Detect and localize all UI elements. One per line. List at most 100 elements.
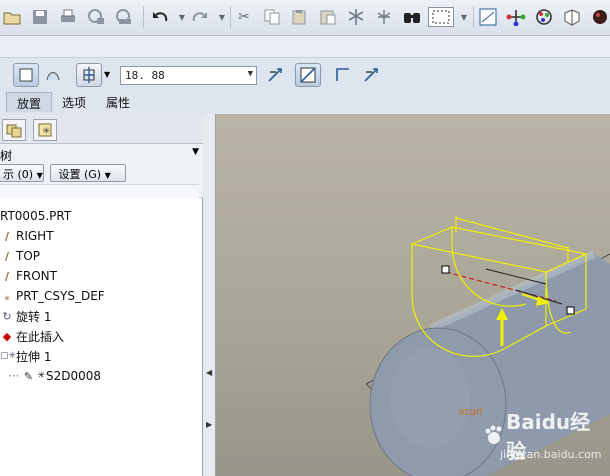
color-icon[interactable] (590, 7, 610, 27)
datum-plane-icon: ∕ (4, 249, 10, 263)
tab-options[interactable]: 选项 (52, 92, 96, 112)
tab-placement[interactable]: 放置 (6, 92, 53, 112)
depth-blind-icon (83, 67, 95, 83)
send-icon[interactable] (114, 7, 134, 27)
tree-item[interactable]: RT0005.PRT (0, 206, 203, 226)
watermark-url: jingyan.baidu.com (500, 448, 602, 461)
solid-icon (19, 68, 33, 82)
flip-direction-button[interactable] (262, 63, 288, 87)
tree-item[interactable]: ◆ 在此插入 (0, 326, 203, 346)
tree-item[interactable]: ··· ✎ ✳ S2D0008 (0, 366, 203, 386)
graphics-window[interactable]: RIGHT Baidu经验 jingyan.baidu.com (216, 114, 610, 476)
tree-item[interactable]: ⁎ PRT_CSYS_DEF (0, 286, 203, 306)
thicken-button[interactable] (330, 63, 356, 87)
extrude-icon: ▢✳ (0, 351, 17, 361)
tree-header: 树 ▼ 示 (0) ▼ 设置 (G) ▼ (0, 144, 203, 198)
paste-icon[interactable] (318, 7, 338, 27)
undo-icon[interactable] (150, 7, 170, 27)
tree-item-label: S2D0008 (46, 369, 102, 383)
datum-label: RIGHT (459, 408, 483, 417)
tree-item-label: RIGHT (16, 229, 54, 243)
redo-icon[interactable] (190, 7, 210, 27)
tree-item-label: TOP (16, 249, 41, 263)
remove-material-button[interactable] (295, 63, 321, 87)
surface-button[interactable] (40, 63, 66, 87)
thicken-icon (336, 68, 349, 81)
layer-tab[interactable]: ✳ (33, 119, 57, 141)
flip-thicken-icon (364, 68, 378, 82)
navigator-panel: ✳ 树 ▼ 示 (0) ▼ 设置 (G) ▼ RT0005.PRT ∕ RIGH… (0, 114, 203, 476)
solid-button[interactable] (13, 63, 39, 87)
chevron-down-icon[interactable]: ▼ (172, 7, 192, 27)
tree-item-label: 拉伸 1 (16, 349, 52, 364)
mail-icon[interactable] (86, 7, 106, 27)
analysis-icon[interactable] (534, 7, 554, 27)
model-tree: RT0005.PRT ∕ RIGHT ∕ TOP ∕ FRONT ⁎ PRT_C… (0, 206, 203, 386)
model-tree-tab[interactable] (2, 119, 26, 141)
chevron-down-icon[interactable]: ▼ (248, 69, 253, 79)
datum-plane-icon: ∕ (4, 229, 10, 243)
collapse-left-icon[interactable]: ◀ (206, 368, 212, 377)
appearance-icon[interactable] (562, 7, 582, 27)
navigator-tabs: ✳ (0, 114, 203, 144)
print-icon[interactable] (58, 7, 78, 27)
main-toolbar: ▼ ▼ ✂ ▼ (0, 0, 610, 36)
depth-value-input[interactable]: 18. 88 ▼ (120, 66, 257, 85)
tree-item-label: 旋转 1 (16, 309, 52, 324)
depth-option-button[interactable] (76, 63, 102, 87)
datum-plane-icon: ∕ (4, 269, 10, 283)
sketch-icon: ✎ (23, 369, 34, 383)
chevron-down-icon: ▼ (104, 171, 111, 180)
csys-icon: ⁎ (4, 289, 10, 303)
tab-properties[interactable]: 属性 (96, 92, 140, 112)
chevron-down-icon[interactable]: ▼ (454, 7, 474, 27)
insert-here-icon: ◆ (2, 329, 12, 343)
tree-item[interactable]: ∕ FRONT (0, 266, 203, 286)
expand-right-icon[interactable]: ▶ (206, 420, 212, 429)
show-button[interactable]: 示 (0) ▼ (0, 164, 44, 182)
chevron-down-icon: ▼ (36, 171, 43, 180)
folder-open-icon[interactable] (2, 7, 22, 27)
tree-item-label: FRONT (16, 269, 57, 283)
depth-value: 18. 88 (125, 69, 165, 82)
flip-thicken-button[interactable] (358, 63, 384, 87)
dashboard-tabs: 放置 选项 属性 (6, 92, 140, 112)
svg-text:✳: ✳ (42, 126, 50, 137)
flip-direction-icon (268, 68, 282, 82)
save-icon[interactable] (30, 7, 50, 27)
column-header (0, 184, 199, 198)
chevron-down-icon[interactable]: ▼ (104, 70, 110, 79)
datum-icon[interactable] (506, 7, 526, 27)
remove-material-icon (300, 67, 316, 83)
select-box-icon[interactable] (428, 7, 454, 27)
cut-icon[interactable]: ✂ (234, 7, 254, 27)
layer-icon: ✳ (38, 123, 52, 137)
find-icon[interactable] (374, 7, 394, 27)
copy-icon[interactable] (290, 7, 310, 27)
model-tree-icon (6, 124, 22, 138)
feature-dashboard: ▼ 18. 88 ▼ 放置 选项 属性 (0, 36, 610, 114)
tree-item-label: 在此插入 (16, 329, 65, 344)
copy-icon[interactable] (262, 7, 282, 27)
binoculars-icon[interactable] (402, 7, 422, 27)
panel-splitter[interactable]: ◀ ▶ (203, 114, 216, 476)
tree-item[interactable]: ↻ 旋转 1 (0, 306, 203, 326)
sketch-status-icon: ✳ (37, 371, 45, 381)
surface-icon (46, 72, 60, 81)
dashboard-strip (0, 36, 610, 58)
tree-item[interactable]: ▢✳ 拉伸 1 (0, 346, 203, 366)
tree-item-label: RT0005.PRT (0, 209, 72, 223)
chevron-down-icon[interactable]: ▼ (212, 7, 232, 27)
tree-item[interactable]: ∕ TOP (0, 246, 203, 266)
baidu-paw-icon (485, 425, 502, 444)
view-icon[interactable] (478, 7, 498, 27)
show-button-label: 示 (0) (3, 168, 34, 181)
tree-item[interactable]: ∕ RIGHT (0, 226, 203, 246)
settings-button-label: 设置 (G) (58, 168, 102, 181)
chevron-down-icon[interactable]: ▼ (192, 147, 199, 157)
regenerate-icon[interactable] (346, 7, 366, 27)
revolve-icon: ↻ (2, 309, 12, 323)
tree-item-label: PRT_CSYS_DEF (16, 289, 105, 303)
tree-label: 树 (0, 149, 13, 163)
settings-button[interactable]: 设置 (G) ▼ (50, 164, 126, 182)
